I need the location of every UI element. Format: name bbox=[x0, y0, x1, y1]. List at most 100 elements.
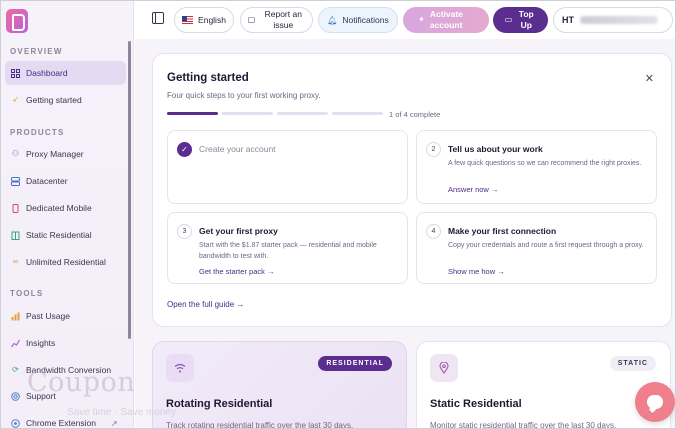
static-residential-card[interactable]: STATIC Static Residential Monitor static… bbox=[416, 341, 671, 429]
language-label: English bbox=[198, 15, 226, 25]
step-card-4[interactable]: 4 Make your first connection Copy your c… bbox=[416, 212, 657, 284]
sidebar-item-unlimited-residential[interactable]: ∞ Unlimited Residential bbox=[5, 250, 126, 274]
product-description: Monitor static residential traffic over … bbox=[430, 421, 617, 429]
product-title: Static Residential bbox=[430, 398, 522, 410]
support-icon bbox=[11, 391, 20, 401]
sidebar-item-label: Unlimited Residential bbox=[26, 257, 106, 267]
sidebar-item-proxy-manager[interactable]: ⚇ Proxy Manager bbox=[5, 142, 126, 166]
chat-bubble-icon bbox=[647, 395, 663, 409]
sidebar-item-past-usage[interactable]: Past Usage bbox=[5, 304, 126, 328]
open-full-guide-link[interactable]: Open the full guide → bbox=[167, 300, 244, 309]
infinity-icon: ∞ bbox=[12, 257, 19, 266]
show-me-how-link[interactable]: Show me how → bbox=[448, 267, 505, 276]
top-bar: English ▢ Report an issue 🔔︎ Notificatio… bbox=[135, 1, 675, 39]
sidebar-item-insights[interactable]: Insights bbox=[5, 331, 126, 355]
sidebar-item-label: Bandwidth Conversion bbox=[26, 365, 112, 375]
sidebar-item-label: Datacenter bbox=[26, 176, 68, 186]
sidebar-item-getting-started[interactable]: ➶ Getting started bbox=[5, 88, 126, 112]
answer-now-link[interactable]: Answer now → bbox=[448, 185, 498, 194]
trend-icon bbox=[11, 339, 20, 348]
step-title: Create your account bbox=[199, 144, 276, 154]
main-content: Getting started Four quick steps to your… bbox=[135, 39, 675, 429]
sidebar-item-label: Past Usage bbox=[26, 311, 70, 321]
sidebar: OVERVIEW Dashboard ➶ Getting started PRO… bbox=[1, 1, 134, 428]
brand-logo[interactable] bbox=[6, 9, 28, 33]
refresh-icon: ⟳ bbox=[12, 365, 19, 374]
sidebar-scrollbar[interactable] bbox=[128, 41, 131, 339]
account-name-redacted bbox=[580, 16, 658, 24]
sidebar-item-dashboard[interactable]: Dashboard bbox=[5, 61, 126, 85]
language-selector[interactable]: English bbox=[174, 7, 234, 33]
report-issue-label: Report an issue bbox=[264, 9, 302, 30]
step-title: Get your first proxy bbox=[199, 226, 278, 236]
account-menu[interactable]: HT bbox=[553, 7, 673, 33]
step-card-3[interactable]: 3 Get your first proxy Start with the $1… bbox=[167, 212, 408, 284]
check-icon: ✓ bbox=[177, 142, 192, 157]
avatar: HT bbox=[562, 15, 574, 25]
top-up-button[interactable]: ▭ Top Up bbox=[493, 7, 548, 33]
sparkle-icon: ✦ bbox=[418, 15, 425, 24]
step-title: Make your first connection bbox=[448, 226, 557, 236]
location-pin-icon bbox=[430, 354, 458, 382]
card-icon: ▭ bbox=[504, 15, 513, 24]
step-card-2[interactable]: 2 Tell us about your work A few quick qu… bbox=[416, 130, 657, 204]
step-number: 3 bbox=[177, 224, 192, 239]
sidebar-item-static-residential[interactable]: Static Residential bbox=[5, 223, 126, 247]
sidebar-item-label: Proxy Manager bbox=[26, 149, 84, 159]
external-link-icon: ↗ bbox=[110, 418, 118, 428]
sidebar-section-overview: OVERVIEW bbox=[10, 47, 63, 56]
mobile-icon bbox=[11, 203, 20, 213]
product-title: Rotating Residential bbox=[166, 398, 273, 410]
step-card-1[interactable]: ✓ Create your account bbox=[167, 130, 408, 204]
step-description: A few quick questions so we can recommen… bbox=[448, 160, 642, 167]
us-flag-icon bbox=[182, 16, 194, 24]
close-icon[interactable]: ✕ bbox=[645, 72, 654, 85]
top-up-label: Top Up bbox=[518, 9, 534, 30]
sidebar-item-bandwidth-conversion[interactable]: ⟳ Bandwidth Conversion bbox=[5, 358, 126, 382]
notifications-button[interactable]: 🔔︎ Notifications bbox=[318, 7, 398, 33]
sidebar-item-label: Static Residential bbox=[26, 230, 92, 240]
chat-widget-button[interactable] bbox=[635, 382, 675, 422]
progress-bar bbox=[167, 112, 383, 115]
step-number: 2 bbox=[426, 142, 441, 157]
rotating-residential-card[interactable]: RESIDENTIAL Rotating Residential Track r… bbox=[152, 341, 407, 429]
sidebar-item-label: Insights bbox=[26, 338, 56, 348]
bar-chart-icon bbox=[11, 312, 20, 321]
step-description: Start with the $1.87 starter pack — resi… bbox=[199, 242, 377, 260]
sidebar-item-label: Dashboard bbox=[26, 68, 68, 78]
step-description: Copy your credentials and route a first … bbox=[448, 242, 644, 249]
sidebar-item-datacenter[interactable]: Datacenter bbox=[5, 169, 126, 193]
rocket-icon: ➶ bbox=[12, 95, 19, 104]
sidebar-item-label: Dedicated Mobile bbox=[26, 203, 92, 213]
getting-started-card: Getting started Four quick steps to your… bbox=[152, 53, 672, 327]
wifi-icon bbox=[166, 354, 194, 382]
report-issue-button[interactable]: ▢ Report an issue bbox=[240, 7, 313, 33]
sidebar-item-chrome-extension[interactable]: Chrome Extension ↗ bbox=[5, 411, 126, 428]
starter-pack-link[interactable]: Get the starter pack → bbox=[199, 267, 274, 276]
progress-segment bbox=[167, 112, 218, 115]
sidebar-item-support[interactable]: Support bbox=[5, 384, 126, 408]
sidebar-item-label: Getting started bbox=[26, 95, 82, 105]
sidebar-toggle-icon[interactable] bbox=[152, 12, 164, 24]
progress-segment bbox=[222, 112, 273, 115]
bell-icon: 🔔︎ bbox=[327, 15, 338, 25]
building-icon bbox=[11, 231, 20, 240]
extension-icon bbox=[11, 418, 20, 428]
grid-icon bbox=[11, 68, 20, 78]
server-icon bbox=[11, 176, 20, 186]
sidebar-section-tools: TOOLS bbox=[10, 289, 44, 298]
sidebar-item-label: Support bbox=[26, 391, 56, 401]
notifications-label: Notifications bbox=[342, 15, 389, 25]
static-badge: STATIC bbox=[609, 356, 656, 371]
step-number: 4 bbox=[426, 224, 441, 239]
chat-icon: ▢ bbox=[247, 15, 256, 24]
activate-account-button[interactable]: ✦ Activate account bbox=[403, 7, 489, 33]
residential-badge: RESIDENTIAL bbox=[318, 356, 392, 371]
sidebar-item-label: Chrome Extension bbox=[26, 418, 96, 428]
product-description: Track rotating residential traffic over … bbox=[166, 421, 354, 429]
getting-started-subtitle: Four quick steps to your first working p… bbox=[167, 91, 321, 100]
progress-text: 1 of 4 complete bbox=[389, 110, 441, 119]
progress-segment bbox=[277, 112, 328, 115]
sidebar-item-dedicated-mobile[interactable]: Dedicated Mobile bbox=[5, 196, 126, 220]
sidebar-section-products: PRODUCTS bbox=[10, 128, 65, 137]
